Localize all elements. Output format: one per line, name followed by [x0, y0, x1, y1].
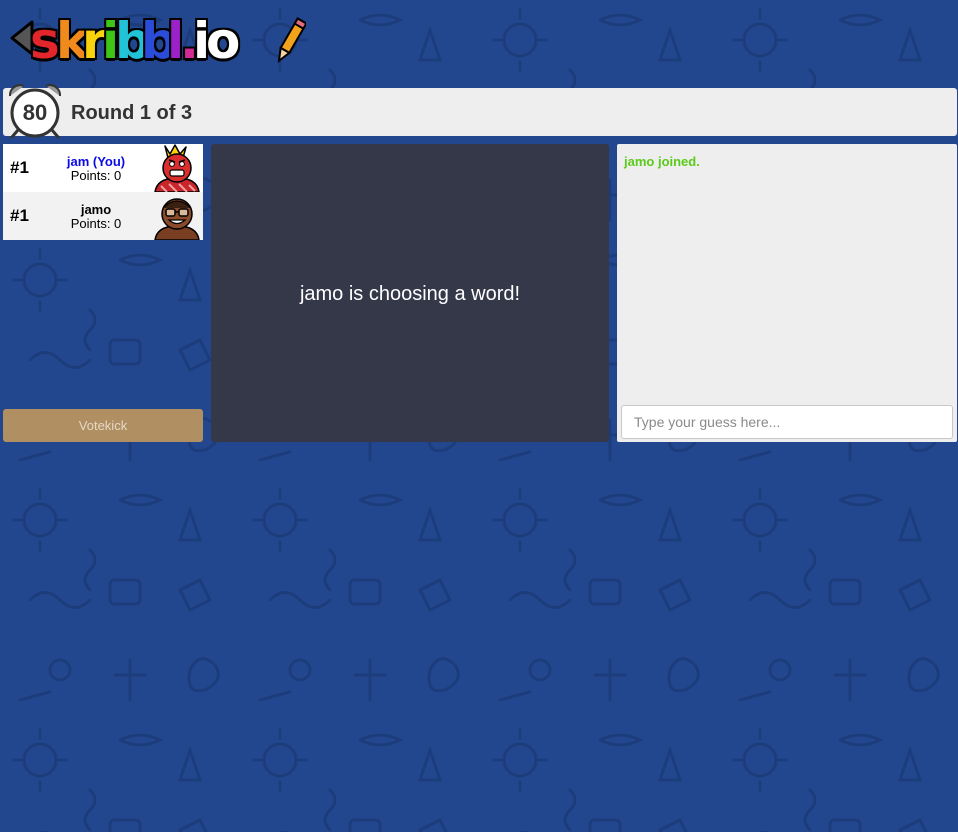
timer-seconds: 80	[22, 100, 48, 125]
player-rank: #1	[10, 206, 29, 225]
votekick-button[interactable]: Votekick	[3, 409, 203, 442]
player-row[interactable]: #1 jam (You) Points: 0	[3, 144, 203, 192]
player-points: Points: 0	[70, 216, 122, 231]
chat-panel: jamo joined.	[617, 144, 957, 442]
player-row[interactable]: #1 jamo Points: 0	[3, 192, 203, 240]
player-name: jamo	[80, 202, 112, 217]
pencil-icon	[277, 17, 306, 64]
skribbl-logo: skribbl.io	[8, 10, 308, 70]
player-name: jam (You)	[66, 154, 126, 169]
drawing-canvas[interactable]: jamo is choosing a word!	[211, 144, 609, 442]
avatar-red-crown-icon	[154, 144, 200, 192]
player-rank: #1	[10, 158, 29, 177]
logo-letter: o	[206, 12, 241, 70]
player-list: #1 jam (You) Points: 0 #1 jamo Points: 0	[3, 144, 203, 240]
guess-input[interactable]	[621, 405, 953, 439]
round-header: Round 1 of 3	[3, 88, 957, 136]
canvas-overlay-text: jamo is choosing a word!	[299, 283, 521, 305]
round-indicator: Round 1 of 3	[71, 102, 193, 124]
player-points: Points: 0	[70, 168, 122, 183]
chat-message: jamo joined.	[624, 154, 700, 169]
avatar-brown-glasses-icon	[154, 198, 200, 240]
timer: 80	[4, 82, 66, 138]
